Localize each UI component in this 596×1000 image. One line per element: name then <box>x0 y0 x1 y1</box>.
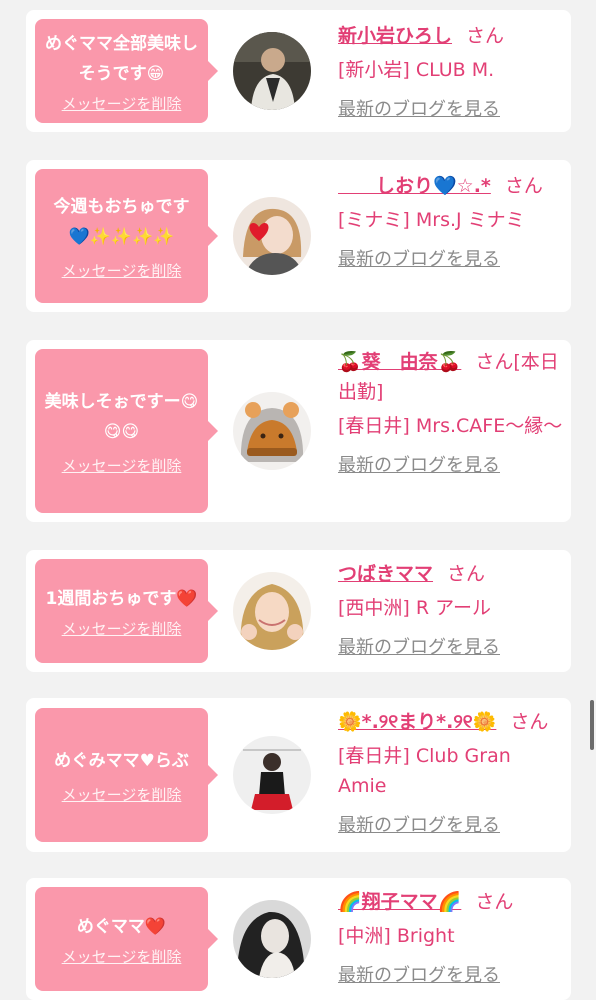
user-info: つばきママ さん [西中洲] R アール 最新のブログを見る <box>338 559 563 663</box>
user-name-link[interactable]: 🍒葵 由奈🍒 <box>338 351 461 373</box>
honorific: さん <box>475 891 514 913</box>
user-info: しおり💙☆.* さん [ミナミ] Mrs.J ミナミ 最新のブログを見る <box>338 171 563 275</box>
message-bubble: 美味しそぉですー😋😋😋 メッセージを削除 <box>35 349 218 513</box>
honorific: さん <box>510 711 549 733</box>
shop-label: [ミナミ] Mrs.J ミナミ <box>338 209 525 231</box>
message-card: 美味しそぉですー😋😋😋 メッセージを削除 🍒葵 由奈🍒 さん[本日出勤] [春日井… <box>26 340 571 522</box>
delete-message-link[interactable]: メッセージを削除 <box>62 455 182 476</box>
user-info: 🌈翔子ママ🌈 さん [中洲] Bright 最新のブログを見る <box>338 887 563 991</box>
message-bubble: 1週間おちゅです❤️ メッセージを削除 <box>35 559 218 663</box>
message-text: 今週もおちゅです💙✨✨✨✨ <box>53 196 190 247</box>
message-bubble: めぐみママ♥らぶ メッセージを削除 <box>35 708 218 842</box>
user-name-link[interactable]: 新小岩ひろし <box>338 25 452 47</box>
message-text: 1週間おちゅです❤️ <box>45 588 198 609</box>
shop-label: [新小岩] CLUB M. <box>338 59 495 81</box>
message-card: めぐママ❤️ メッセージを削除 🌈翔子ママ🌈 さん [中洲] Bright 最新の… <box>26 878 571 1000</box>
user-info: 🍒葵 由奈🍒 さん[本日出勤] [春日井] Mrs.CAFE～縁～ 最新のブログを… <box>338 347 563 481</box>
message-text: 美味しそぉですー😋😋😋 <box>44 391 199 442</box>
honorific: さん <box>466 25 505 47</box>
delete-message-link[interactable]: メッセージを削除 <box>62 618 182 639</box>
latest-blog-link[interactable]: 最新のブログを見る <box>338 451 563 481</box>
user-info: 新小岩ひろし さん [新小岩] CLUB M. 最新のブログを見る <box>338 21 563 125</box>
message-bubble: めぐママ全部美味しそうです😁 メッセージを削除 <box>35 19 218 123</box>
message-card: 1週間おちゅです❤️ メッセージを削除 つばきママ さん [西中洲] R アール … <box>26 550 571 672</box>
message-text: めぐママ❤️ <box>76 916 167 937</box>
scrollbar[interactable] <box>590 700 594 750</box>
user-name-link[interactable]: つばきママ <box>338 563 433 585</box>
latest-blog-link[interactable]: 最新のブログを見る <box>338 245 563 275</box>
delete-message-link[interactable]: メッセージを削除 <box>62 93 182 114</box>
shop-label: [春日井] Mrs.CAFE～縁～ <box>338 415 563 437</box>
delete-message-link[interactable]: メッセージを削除 <box>62 784 182 805</box>
message-bubble: めぐママ❤️ メッセージを削除 <box>35 887 218 991</box>
avatar[interactable] <box>233 900 311 978</box>
shop-label: [春日井] Club Gran Amie <box>338 745 511 797</box>
avatar[interactable] <box>233 32 311 110</box>
avatar[interactable] <box>233 736 311 814</box>
message-card: めぐママ全部美味しそうです😁 メッセージを削除 新小岩ひろし さん [新小岩] C… <box>26 10 571 132</box>
shop-label: [中洲] Bright <box>338 925 455 947</box>
user-name-link[interactable]: しおり💙☆.* <box>338 175 491 197</box>
shop-label: [西中洲] R アール <box>338 597 491 619</box>
message-text: めぐみママ♥らぶ <box>54 750 189 771</box>
honorific: さん <box>504 175 543 197</box>
message-card: めぐみママ♥らぶ メッセージを削除 🌼*.୨୧まり*.୨୧🌼 さん [春日井] C… <box>26 698 571 852</box>
avatar[interactable] <box>233 392 311 470</box>
latest-blog-link[interactable]: 最新のブログを見る <box>338 811 563 841</box>
message-card: 今週もおちゅです💙✨✨✨✨ メッセージを削除 しおり💙☆.* さん [ミナミ] M… <box>26 160 571 312</box>
latest-blog-link[interactable]: 最新のブログを見る <box>338 633 563 663</box>
message-bubble: 今週もおちゅです💙✨✨✨✨ メッセージを削除 <box>35 169 218 303</box>
user-name-link[interactable]: 🌈翔子ママ🌈 <box>338 891 461 913</box>
user-info: 🌼*.୨୧まり*.୨୧🌼 さん [春日井] Club Gran Amie 最新のブ… <box>338 707 563 841</box>
honorific: さん <box>447 563 486 585</box>
user-name-link[interactable]: 🌼*.୨୧まり*.୨୧🌼 <box>338 711 496 733</box>
delete-message-link[interactable]: メッセージを削除 <box>62 946 182 967</box>
avatar[interactable] <box>233 572 311 650</box>
latest-blog-link[interactable]: 最新のブログを見る <box>338 961 563 991</box>
delete-message-link[interactable]: メッセージを削除 <box>62 260 182 281</box>
message-text: めぐママ全部美味しそうです😁 <box>45 33 198 84</box>
avatar[interactable] <box>233 197 311 275</box>
latest-blog-link[interactable]: 最新のブログを見る <box>338 95 563 125</box>
